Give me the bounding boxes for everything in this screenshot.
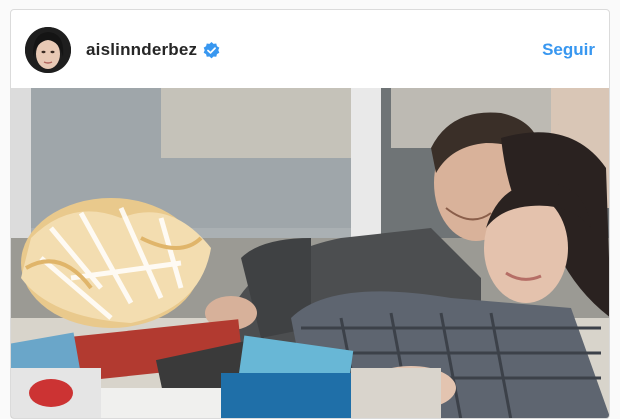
post-header: aislinnderbez Seguir [11, 10, 609, 89]
post-photo-image [11, 88, 609, 418]
username-group: aislinnderbez [86, 40, 220, 60]
verified-badge-icon [203, 41, 220, 59]
follow-button[interactable]: Seguir [542, 40, 595, 60]
avatar-image [25, 27, 71, 73]
instagram-post-card: aislinnderbez Seguir [10, 9, 610, 419]
username-link[interactable]: aislinnderbez [86, 40, 197, 60]
post-photo[interactable] [11, 88, 609, 418]
avatar[interactable] [25, 27, 71, 73]
